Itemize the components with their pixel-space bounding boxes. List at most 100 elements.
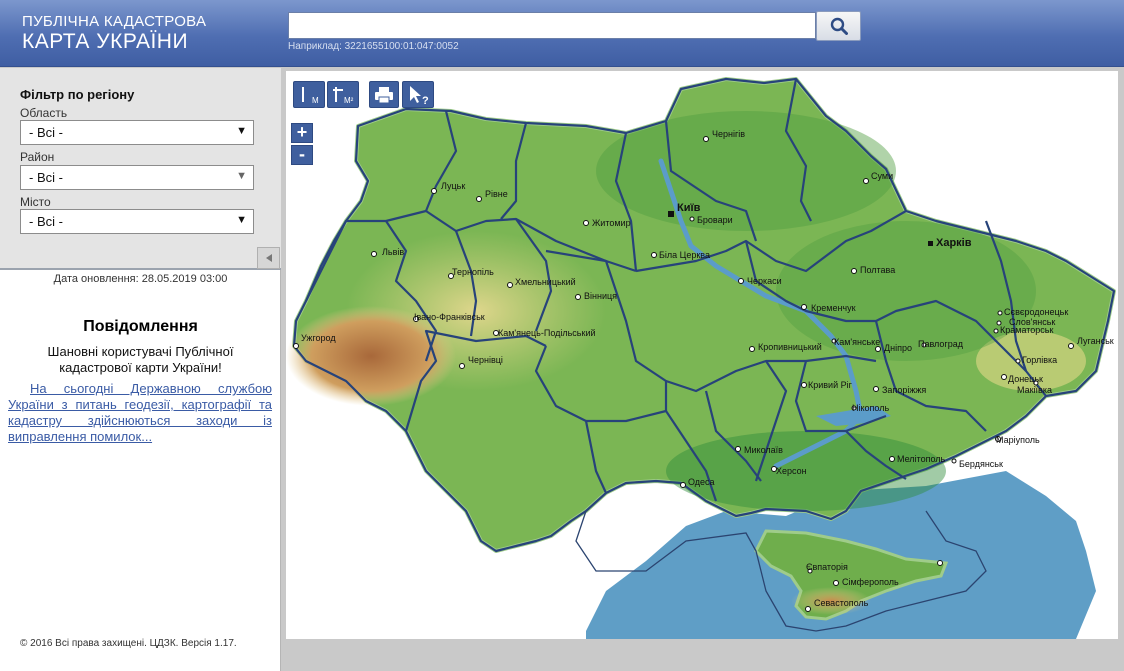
zoom-in-button[interactable]: +: [291, 123, 313, 143]
svg-text:Черкаси: Черкаси: [747, 276, 782, 286]
svg-text:Мелітополь: Мелітополь: [897, 454, 946, 464]
svg-text:Сєвєродонецьк: Сєвєродонецьк: [1004, 307, 1068, 317]
search-icon: [830, 17, 848, 35]
oblast-select-value: - Всі -: [29, 125, 63, 140]
city-marker-kerch: [937, 560, 943, 566]
city-bila-tserkva: Біла Церква: [651, 250, 710, 260]
svg-text:Одеса: Одеса: [688, 477, 715, 487]
rayon-select-value: - Всі -: [29, 170, 63, 185]
svg-text:Біла Церква: Біла Церква: [659, 250, 710, 260]
city-pavlohrad: Павлоград: [918, 339, 964, 349]
rayon-label: Район: [20, 150, 55, 164]
notice-link[interactable]: На сьогодні Державною службою України з …: [8, 381, 272, 445]
svg-text:Павлоград: Павлоград: [918, 339, 964, 349]
measure-length-button[interactable]: M: [293, 81, 325, 108]
svg-text:Маріуполь: Маріуполь: [996, 435, 1040, 445]
city-berdiansk: Бердянськ: [951, 458, 1003, 469]
measure-area-button[interactable]: M²: [327, 81, 359, 108]
update-date: Дата оновлення: 28.05.2019 03:00: [53, 273, 228, 285]
region-filter-panel: Фільтр по регіону Область - Всі - ▼ Райо…: [0, 68, 281, 270]
svg-text:Горлівка: Горлівка: [1022, 355, 1057, 365]
zoom-out-button[interactable]: -: [291, 145, 313, 165]
svg-text:Євпаторія: Євпаторія: [806, 562, 848, 572]
logo-line1: ПУБЛІЧНА КАДАСТРОВА: [22, 13, 207, 30]
dropdown-arrow-icon: ▼: [236, 170, 247, 182]
header-bar: ПУБЛІЧНА КАДАСТРОВА КАРТА УКРАЇНИ Наприк…: [0, 0, 1124, 67]
svg-text:Луцьк: Луцьк: [441, 181, 465, 191]
site-logo[interactable]: ПУБЛІЧНА КАДАСТРОВА КАРТА УКРАЇНИ: [22, 13, 206, 54]
svg-text:Івано-Франківськ: Івано-Франківськ: [414, 312, 485, 322]
svg-text:Кропивницький: Кропивницький: [758, 342, 822, 352]
city-kamianske: Кам'янське: [831, 337, 880, 347]
city-brovary: Бровари: [689, 215, 733, 225]
city-yevpatoriia: Євпаторія: [806, 562, 848, 574]
city-khmelnytskyi: Хмельницький: [507, 277, 576, 288]
svg-text:Чернівці: Чернівці: [468, 355, 503, 365]
svg-text:Чернігів: Чернігів: [712, 129, 745, 139]
city-nikopol: Нікополь: [851, 403, 889, 413]
city-kherson: Херсон: [771, 466, 807, 476]
misto-select[interactable]: - Всі - ▼: [20, 209, 254, 234]
ruler-icon: M: [302, 86, 319, 105]
svg-text:Хмельницький: Хмельницький: [515, 277, 576, 287]
svg-text:Тернопіль: Тернопіль: [452, 267, 494, 277]
svg-text:Сімферополь: Сімферополь: [842, 577, 899, 587]
svg-text:Ужгород: Ужгород: [301, 333, 336, 343]
svg-text:Краматорськ: Краматорськ: [1000, 325, 1053, 335]
copyright: © 2016 Всі права захищені. ЦДЗК. Версія …: [20, 638, 237, 649]
filter-title: Фільтр по регіону: [20, 87, 135, 102]
city-kramatorsk: Краматорськ: [993, 325, 1053, 335]
city-mariupol: Маріуполь: [995, 435, 1040, 445]
svg-text:Кам'янське: Кам'янське: [834, 337, 880, 347]
collapse-sidebar-button[interactable]: [257, 247, 280, 269]
svg-text:Миколаїв: Миколаїв: [744, 445, 783, 455]
svg-text:Кривий Ріг: Кривий Ріг: [808, 380, 853, 390]
city-ivano-frankivsk: Івано-Франківськ: [413, 312, 485, 322]
svg-text:Вінниця: Вінниця: [584, 291, 617, 301]
misto-label: Місто: [20, 195, 51, 209]
city-simferopol: Сімферополь: [833, 577, 899, 587]
svg-text:Львів: Львів: [382, 247, 404, 257]
rayon-select[interactable]: - Всі - ▼: [20, 165, 254, 190]
svg-text:?: ?: [422, 95, 429, 106]
search-hint: Наприклад: 3221655100:01:047:0052: [288, 41, 459, 52]
print-button[interactable]: [369, 81, 399, 108]
logo-line2: КАРТА УКРАЇНИ: [22, 30, 189, 53]
city-horlivka: Горлівка: [1015, 355, 1057, 365]
search-button[interactable]: [816, 11, 861, 41]
svg-text:Харків: Харків: [936, 237, 972, 249]
svg-text:Суми: Суми: [871, 171, 893, 181]
search-input[interactable]: [288, 12, 816, 39]
dropdown-arrow-icon: ▼: [236, 214, 247, 226]
identify-button[interactable]: ?: [402, 81, 434, 108]
svg-text:Херсон: Херсон: [776, 466, 807, 476]
lowland-east: [776, 221, 1036, 361]
svg-text:Кам'янець-Подільський: Кам'янець-Подільський: [498, 328, 596, 338]
cursor-question-icon: ?: [410, 85, 429, 106]
triangle-left-icon: [265, 254, 272, 262]
svg-text:Житомир: Житомир: [592, 218, 631, 228]
svg-text:M²: M²: [344, 96, 354, 105]
svg-text:Рівне: Рівне: [485, 189, 508, 199]
ukraine-map[interactable]: Чернігів Суми Луцьк Рівне Київ Бровари Ж…: [286, 71, 1118, 639]
city-zaporizhzhia: Запоріжжя: [873, 385, 926, 395]
svg-text:Дніпро: Дніпро: [884, 343, 912, 353]
sidebar: Фільтр по регіону Область - Всі - ▼ Райо…: [0, 68, 281, 671]
dropdown-arrow-icon: ▼: [236, 125, 247, 137]
city-kryvyi-rih: Кривий Ріг: [801, 380, 853, 390]
svg-text:Нікополь: Нікополь: [852, 403, 889, 413]
printer-icon: [375, 86, 393, 103]
svg-text:Бердянськ: Бердянськ: [959, 459, 1003, 469]
oblast-label: Область: [20, 106, 68, 120]
svg-text:Макіївка: Макіївка: [1017, 385, 1052, 395]
svg-text:Бровари: Бровари: [697, 215, 733, 225]
oblast-select[interactable]: - Всі - ▼: [20, 120, 254, 145]
svg-text:Луганськ: Луганськ: [1077, 336, 1114, 346]
city-sievierodonetsk: Сєвєродонецьк: [997, 307, 1068, 317]
city-kropyvnytskyi: Кропивницький: [749, 342, 822, 352]
map-view[interactable]: Чернігів Суми Луцьк Рівне Київ Бровари Ж…: [286, 71, 1118, 639]
svg-text:Київ: Київ: [677, 202, 701, 214]
area-measure-icon: M²: [333, 86, 354, 105]
svg-text:Полтава: Полтава: [860, 265, 895, 275]
notice-title: Повідомлення: [83, 318, 198, 335]
